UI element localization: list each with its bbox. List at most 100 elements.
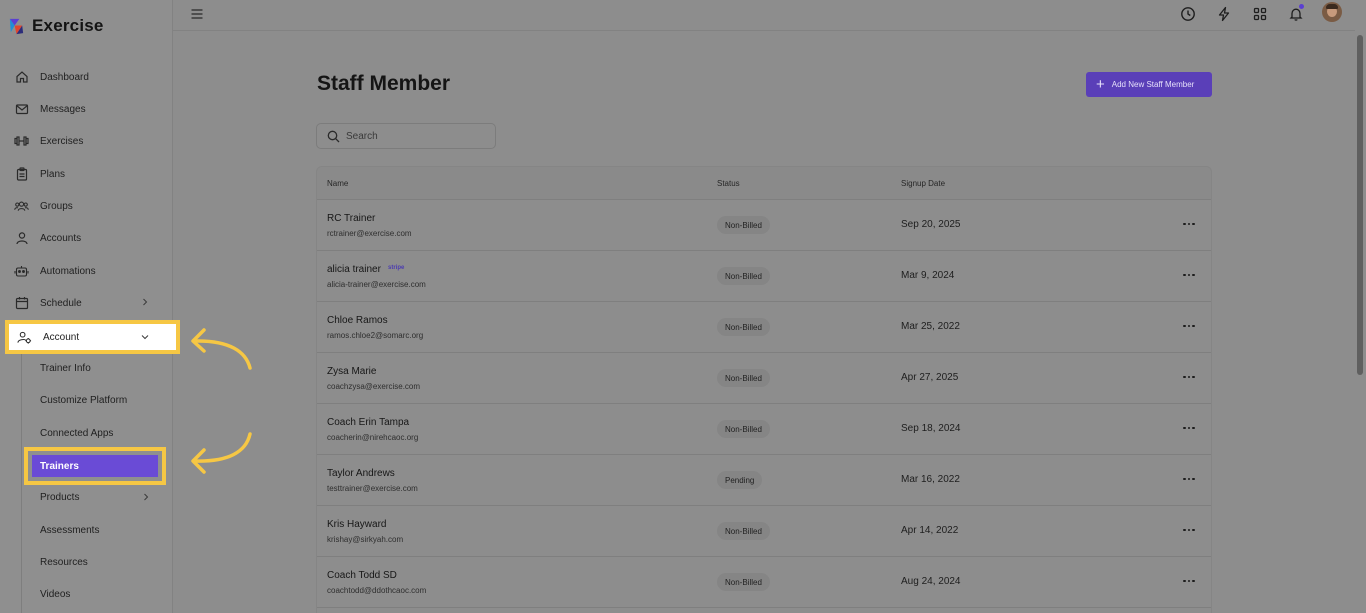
chevron-down-icon: [141, 335, 149, 340]
more-options-icon[interactable]: [1179, 215, 1199, 233]
sidebar-item-groups[interactable]: Groups: [0, 190, 172, 222]
sidebar-item-account[interactable]: Account: [5, 320, 180, 354]
stripe-badge: stripe: [388, 265, 405, 271]
more-options-icon[interactable]: [1179, 521, 1199, 539]
staff-name[interactable]: Chloe Ramos: [327, 315, 388, 326]
logo-icon: [9, 18, 24, 34]
page-title: Staff Member: [317, 72, 451, 95]
table-row[interactable]: Taylor Andrews testtrainer@exercise.com …: [317, 455, 1211, 506]
signup-date: Sep 20, 2025: [901, 219, 961, 230]
trainers-highlight: Trainers: [24, 447, 166, 485]
table-row[interactable]: Zysa Marie coachzysa@exercise.com Non-Bi…: [317, 353, 1211, 404]
status-badge: Non-Billed: [717, 420, 770, 438]
sidebar-item-automations[interactable]: Automations: [0, 255, 172, 287]
add-staff-member-button[interactable]: + Add New Staff Member: [1086, 72, 1212, 97]
sidebar-subitem-resources[interactable]: Resources: [40, 552, 88, 572]
sidebar-item-accounts[interactable]: Accounts: [0, 222, 172, 254]
robot-icon: [14, 264, 29, 279]
sidebar-item-dashboard[interactable]: Dashboard: [0, 61, 172, 93]
sidebar-item-label: Messages: [40, 103, 86, 115]
table-row[interactable]: Kris Hayward krishay@sirkyah.com Non-Bil…: [317, 506, 1211, 557]
more-options-icon[interactable]: [1179, 470, 1199, 488]
staff-name[interactable]: Coach Todd SD: [327, 570, 397, 581]
sidebar-item-plans[interactable]: Plans: [0, 158, 172, 190]
staff-email: ramos.chloe2@somarc.org: [327, 331, 424, 340]
table-row[interactable]: Chloe Ramos ramos.chloe2@somarc.org Non-…: [317, 302, 1211, 353]
more-options-icon[interactable]: [1179, 266, 1199, 284]
sidebar-subitem-videos[interactable]: Videos: [40, 584, 70, 604]
sidebar-item-label: Products: [40, 491, 80, 503]
home-icon: [14, 70, 29, 85]
more-options-icon[interactable]: [1179, 317, 1199, 335]
annotation-arrow-icon: [191, 328, 252, 370]
signup-date: Apr 27, 2025: [901, 372, 959, 383]
signup-date: Apr 14, 2022: [901, 525, 959, 536]
staff-name[interactable]: Zysa Marie: [327, 366, 376, 377]
staff-email: testtrainer@exercise.com: [327, 484, 418, 493]
search-icon: [327, 130, 340, 142]
bell-icon[interactable]: [1287, 4, 1304, 22]
status-badge: Non-Billed: [717, 216, 770, 234]
staff-name[interactable]: Kris Hayward: [327, 519, 386, 530]
group-icon: [14, 199, 29, 214]
staff-name[interactable]: alicia trainer: [327, 264, 381, 275]
clipboard-icon: [14, 167, 29, 182]
app-name: Exercise: [32, 16, 104, 35]
search-input[interactable]: [346, 130, 476, 142]
scrollbar-thumb[interactable]: [1357, 35, 1363, 375]
staff-name[interactable]: Coach Erin Tampa: [327, 417, 409, 428]
column-header-name[interactable]: Name: [327, 179, 348, 188]
sidebar-item-label: Exercises: [40, 135, 84, 147]
staff-email: coachzysa@exercise.com: [327, 382, 421, 391]
signup-date: Mar 9, 2024: [901, 270, 955, 281]
apps-grid-icon[interactable]: [1251, 5, 1268, 22]
search-box[interactable]: [316, 123, 496, 149]
dumbbell-icon: [14, 134, 29, 149]
plus-icon: +: [1096, 76, 1105, 93]
mail-icon: [14, 102, 29, 117]
status-badge: Pending: [717, 471, 763, 489]
chevron-right-icon: [144, 493, 149, 501]
annotation-arrow-icon: [191, 432, 252, 474]
sidebar-item-label: Accounts: [40, 232, 82, 244]
menu-icon[interactable]: [191, 8, 203, 20]
table-row[interactable]: Coach Erin Tampa coacherin@nirehcaoc.org…: [317, 404, 1211, 455]
sidebar-item-schedule[interactable]: Schedule: [0, 287, 172, 319]
sidebar-subitem-customize-platform[interactable]: Customize Platform: [40, 390, 127, 410]
more-options-icon[interactable]: [1179, 419, 1199, 437]
clock-icon[interactable]: [1179, 5, 1196, 22]
signup-date: Sep 18, 2024: [901, 423, 961, 434]
user-icon: [14, 231, 29, 246]
table-row[interactable]: RC Trainer rctrainer@exercise.com Non-Bi…: [317, 200, 1211, 251]
table-row[interactable]: Coach Todd SD coachtodd@ddothcaoc.com No…: [317, 557, 1211, 608]
sidebar-item-label: Schedule: [40, 297, 82, 309]
chevron-right-icon: [143, 298, 148, 306]
table-row[interactable]: alicia trainer stripe alicia-trainer@exe…: [317, 251, 1211, 302]
staff-name[interactable]: RC Trainer: [327, 213, 375, 224]
column-header-status[interactable]: Status: [717, 179, 740, 188]
sidebar-item-label: Account: [43, 331, 80, 343]
sidebar-subitem-products[interactable]: Products: [40, 487, 152, 507]
sidebar-item-messages[interactable]: Messages: [0, 93, 172, 125]
column-header-signup-date[interactable]: Signup Date: [901, 179, 945, 188]
sidebar-subitem-assessments[interactable]: Assessments: [40, 520, 99, 540]
status-badge: Non-Billed: [717, 369, 770, 387]
staff-name[interactable]: Taylor Andrews: [327, 468, 395, 479]
staff-table: Name Status Signup Date RC Trainer rctra…: [316, 166, 1212, 613]
add-button-label: Add New Staff Member: [1111, 80, 1195, 89]
sidebar-item-label: Groups: [40, 200, 73, 212]
brand[interactable]: Exercise: [7, 16, 104, 36]
status-badge: Non-Billed: [717, 267, 770, 285]
sidebar-subitem-trainer-info[interactable]: Trainer Info: [40, 358, 91, 378]
more-options-icon[interactable]: [1179, 368, 1199, 386]
sidebar-subitem-trainers[interactable]: Trainers: [32, 455, 158, 477]
signup-date: Mar 16, 2022: [901, 474, 960, 485]
staff-email: rctrainer@exercise.com: [327, 229, 412, 238]
more-options-icon[interactable]: [1179, 572, 1199, 590]
sidebar-item-exercises[interactable]: Exercises: [0, 125, 172, 157]
sidebar: Exercise Dashboard Messages Exercises Pl…: [0, 0, 173, 613]
avatar[interactable]: [1322, 2, 1342, 22]
bolt-icon[interactable]: [1215, 5, 1232, 22]
sidebar-subitem-connected-apps[interactable]: Connected Apps: [40, 423, 113, 443]
top-bar: [173, 0, 1366, 31]
